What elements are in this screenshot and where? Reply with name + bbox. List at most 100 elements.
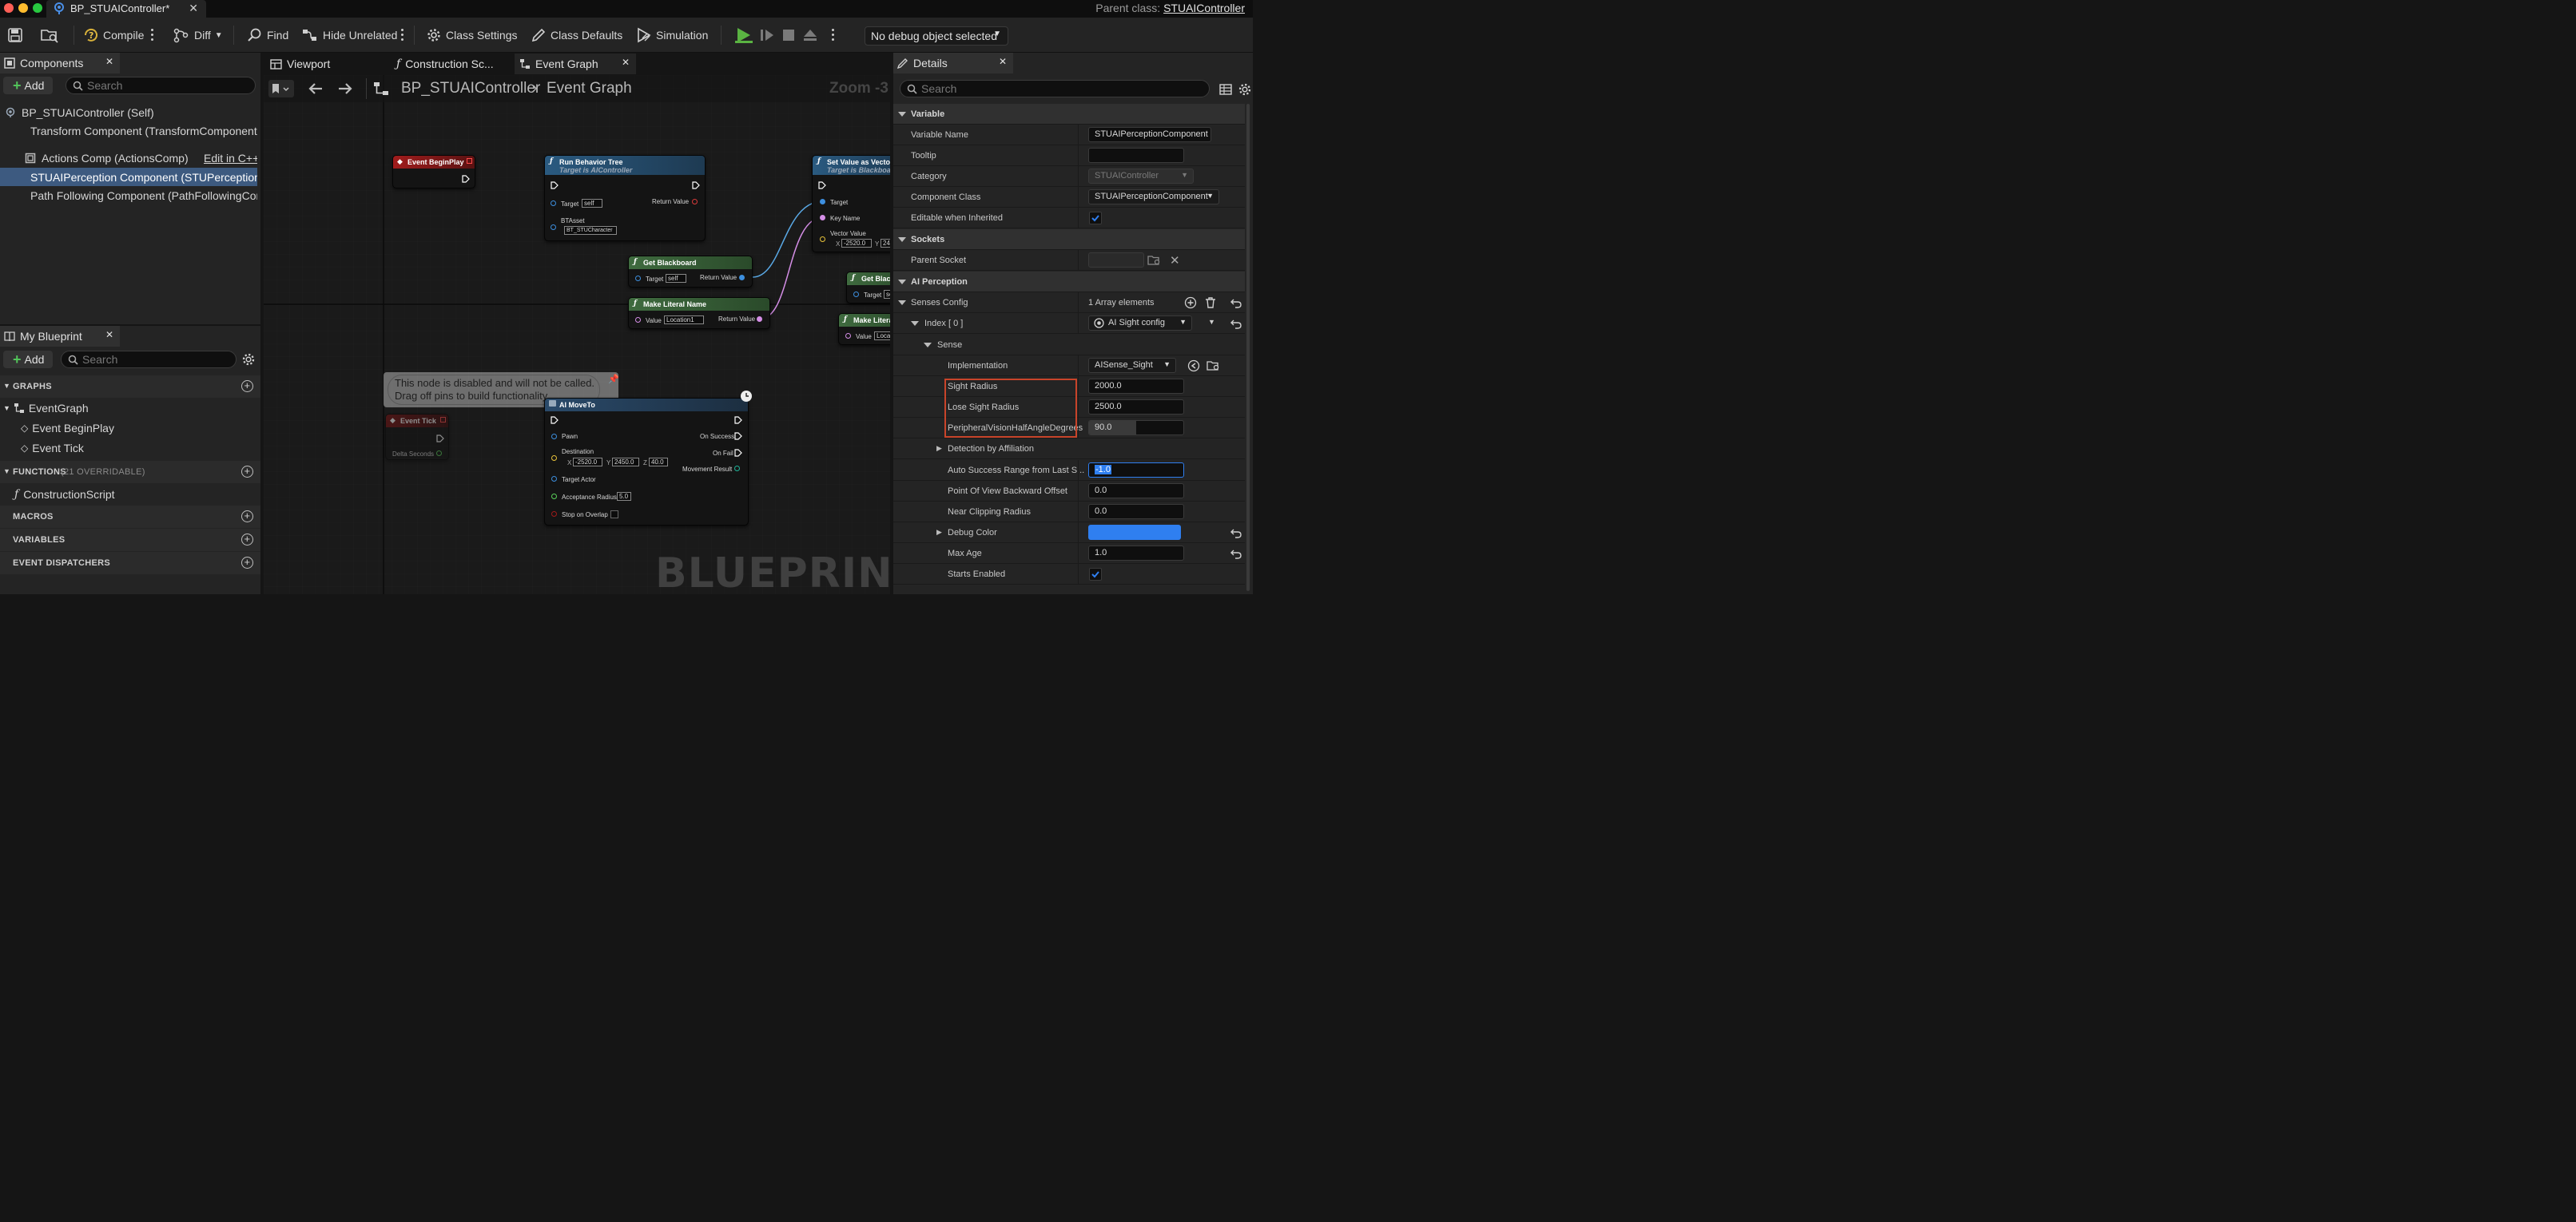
return-value-pin[interactable] [757,316,762,322]
category-ai-perception[interactable]: AI Perception [893,272,1245,292]
reset-to-default-icon[interactable] [1230,548,1242,559]
play-button[interactable] [733,25,754,46]
class-defaults-button[interactable]: Class Defaults [531,25,622,46]
category-dropdown[interactable]: STUAIController ▼ [1088,169,1194,184]
settings-gear-icon[interactable] [1238,82,1252,97]
pin-icon[interactable]: 📌 [608,374,619,384]
variable-name-field[interactable]: STUAIPerceptionComponent [1088,127,1211,142]
chevron-down-icon[interactable]: ▼ [1208,318,1215,326]
breadcrumb-leaf[interactable]: Event Graph [547,80,632,97]
expand-triangle-icon[interactable]: ▶ [936,528,942,537]
functions-section-header[interactable]: ▼ FUNCTIONS (21 OVERRIDABLE) + [0,461,260,483]
movement-result-pin[interactable] [734,466,740,471]
node-set-value-as-vector[interactable]: ƒ Set Value as Vector Target is Blackboa… [812,155,890,252]
component-path-following[interactable]: Path Following Component (PathFollowingC… [0,186,257,204]
on-success-pin[interactable] [734,432,742,440]
exec-out-pin[interactable] [436,434,444,442]
auto-success-range-field[interactable]: -1.0 [1088,462,1184,478]
close-icon[interactable]: ✕ [105,56,113,67]
maximize-window-button[interactable] [33,3,42,13]
add-dispatcher-icon[interactable]: + [241,557,253,569]
add-element-icon[interactable] [1184,296,1197,309]
node-run-behavior-tree[interactable]: ƒ Run Behavior Tree Target is AIControll… [544,155,706,241]
self-literal[interactable]: self [582,199,602,208]
node-event-begin-play[interactable]: ◆ Event BeginPlay [392,155,475,188]
value-pin[interactable] [845,333,851,339]
btasset-pin[interactable] [551,224,556,230]
dispatchers-section-header[interactable]: EVENT DISPATCHERS + [0,552,260,574]
destination-pin[interactable] [551,455,557,461]
tab-viewport[interactable]: Viewport [267,54,387,74]
step-button[interactable] [758,25,776,46]
value-pin[interactable] [635,317,641,323]
acceptance-radius-pin[interactable] [551,494,557,499]
component-actions-comp[interactable]: Actions Comp (ActionsComp) Edit in C++ [0,149,257,167]
variables-section-header[interactable]: VARIABLES + [0,529,260,551]
reset-to-default-icon[interactable] [1230,318,1242,329]
close-icon[interactable]: ✕ [622,57,630,68]
breadcrumb-root[interactable]: BP_STUAIController [401,80,540,97]
browse-socket-icon[interactable] [1147,254,1161,267]
use-selected-icon[interactable] [1187,359,1200,372]
clear-socket-icon[interactable]: ✕ [1170,253,1180,268]
destination-x-field[interactable]: -2520.0 [573,458,602,466]
vector-y-field[interactable]: 24 [881,239,890,248]
delegate-pin[interactable] [440,417,446,423]
add-graph-icon[interactable]: + [241,380,253,392]
simulation-button[interactable]: Simulation [636,25,708,46]
browse-asset-icon[interactable] [1207,359,1220,372]
vector-x-field[interactable]: -2520.0 [841,239,872,248]
target-pin[interactable] [853,292,859,297]
target-pin[interactable] [820,199,825,204]
save-button[interactable] [7,25,23,46]
near-clipping-field[interactable]: 0.0 [1088,504,1184,519]
target-pin[interactable] [635,276,641,281]
add-component-button[interactable]: + Add [3,77,53,94]
target-pin[interactable] [551,200,556,206]
component-self[interactable]: BP_STUAIController (Self) [0,103,257,121]
document-tab[interactable]: BP_STUAIController* ✕ [46,0,206,18]
close-icon[interactable]: ✕ [105,329,113,340]
self-literal[interactable]: self [884,290,890,299]
browse-button[interactable] [40,25,59,46]
tab-my-blueprint[interactable]: My Blueprint ✕ [0,326,120,347]
add-member-button[interactable]: + Add [3,351,53,368]
lose-sight-radius-field[interactable]: 2500.0 [1088,399,1184,415]
exec-in-pin[interactable] [551,416,559,424]
add-variable-icon[interactable]: + [241,534,253,546]
hide-unrelated-button[interactable]: Hide Unrelated [301,25,397,46]
tab-details[interactable]: Details ✕ [893,53,1013,73]
class-settings-button[interactable]: Class Settings [426,25,517,46]
tab-event-graph[interactable]: Event Graph ✕ [515,54,636,74]
node-get-blackboard[interactable]: ƒ Get Blackboard Target self Return Valu… [628,256,753,288]
return-value-pin[interactable] [739,275,745,280]
exec-in-pin[interactable] [818,181,826,189]
tab-components[interactable]: Components ✕ [0,53,120,73]
debug-color-swatch[interactable] [1088,525,1181,540]
category-sockets[interactable]: Sockets [893,229,1245,250]
key-name-pin[interactable] [820,215,825,220]
event-graph-canvas[interactable]: BP_STUAIController › Event Graph Zoom -3… [264,75,890,594]
component-class-dropdown[interactable]: STUAIPerceptionComponent ▼ [1088,189,1219,204]
back-arrow-icon[interactable] [307,80,324,97]
node-make-literal-name-2[interactable]: ƒ Make Literal Name Value Location1 [838,313,890,345]
node-make-literal-name[interactable]: ƒ Make Literal Name Value Location1 Retu… [628,297,770,329]
eject-button[interactable] [802,25,818,46]
destination-y-field[interactable]: 2450.0 [612,458,639,466]
table-view-icon[interactable] [1219,83,1232,96]
tooltip-field[interactable] [1088,148,1184,163]
location-literal[interactable]: Location1 [874,331,890,340]
editable-inherited-checkbox[interactable] [1089,212,1102,224]
exec-out-pin[interactable] [734,416,742,424]
details-scrollbar[interactable] [1246,104,1250,591]
target-actor-pin[interactable] [551,476,557,482]
add-macro-icon[interactable]: + [241,510,253,522]
exec-in-pin[interactable] [551,181,559,189]
settings-gear-icon[interactable] [241,352,256,367]
function-item-construction-script[interactable]: ƒ ConstructionScript [0,485,257,503]
stop-on-overlap-pin[interactable] [551,511,557,517]
macros-section-header[interactable]: MACROS + [0,506,260,528]
pov-offset-field[interactable]: 0.0 [1088,483,1184,498]
implementation-dropdown[interactable]: AISense_Sight ▼ [1088,358,1176,373]
details-search-input[interactable]: Search [900,80,1210,97]
